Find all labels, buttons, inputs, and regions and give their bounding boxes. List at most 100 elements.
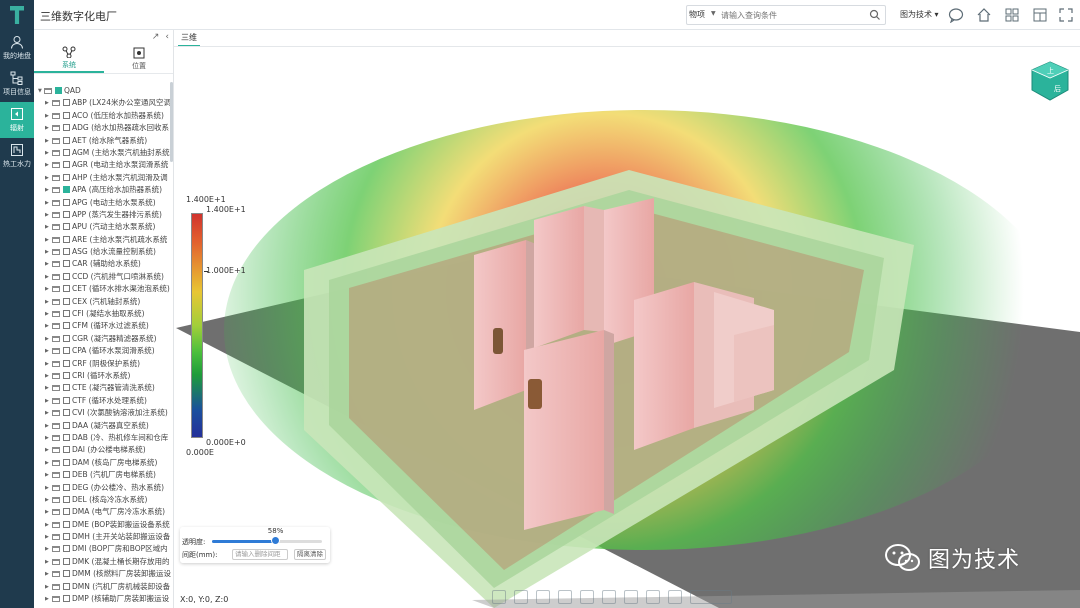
tree-checkbox[interactable]	[63, 471, 70, 479]
tree-checkbox[interactable]	[63, 186, 70, 194]
expand-triangle-icon[interactable]: ▶	[45, 407, 49, 419]
tool-pan-icon[interactable]	[602, 590, 616, 604]
tool-settings-icon[interactable]	[646, 590, 660, 604]
search-category-select[interactable]: 物项	[689, 9, 705, 20]
tree-checkbox[interactable]	[63, 371, 70, 379]
tree-checkbox[interactable]	[63, 409, 70, 417]
tree-checkbox[interactable]	[63, 384, 70, 392]
grid-apps-icon[interactable]	[1004, 7, 1020, 23]
tree-item[interactable]: ▶ DMA (电气厂房冷冻水系统)	[34, 506, 173, 518]
expand-triangle-icon[interactable]: ▶	[45, 271, 49, 283]
tree-item[interactable]: ▶ DAI (办公楼电梯系统)	[34, 444, 173, 456]
expand-triangle-icon[interactable]: ▶	[45, 221, 49, 233]
home-icon[interactable]	[976, 7, 992, 23]
tree-item[interactable]: ▶ DEL (核岛冷冻水系统)	[34, 494, 173, 506]
tool-reset-button[interactable]	[690, 590, 732, 604]
tree-checkbox[interactable]	[63, 111, 70, 119]
search-input[interactable]	[721, 8, 861, 23]
message-icon[interactable]	[948, 7, 964, 23]
tool-rotate-icon[interactable]	[580, 590, 594, 604]
expand-triangle-icon[interactable]: ▶	[45, 494, 49, 506]
tree-item[interactable]: ▶ DEB (汽机厂房电梯系统)	[34, 469, 173, 481]
tree-checkbox[interactable]	[63, 198, 70, 206]
tree-scrollbar[interactable]	[170, 82, 173, 162]
rail-item-my-space[interactable]: 我的地盘	[0, 30, 34, 66]
tree-item[interactable]: ▶ DEG (办公楼冷、热水系统)	[34, 482, 173, 494]
expand-triangle-icon[interactable]: ▶	[45, 333, 49, 345]
tree-item[interactable]: ▶ CFM (循环水过滤系统)	[34, 320, 173, 332]
fullscreen-icon[interactable]	[1058, 7, 1074, 23]
tree-item[interactable]: ▶ DMK (混凝土桶长期存放用的	[34, 556, 173, 568]
tool-measure-icon[interactable]	[492, 590, 506, 604]
tree-checkbox[interactable]	[55, 87, 62, 94]
tree-item[interactable]: ▶ CEX (汽机轴封系统)	[34, 296, 173, 308]
tree-checkbox[interactable]	[63, 582, 70, 590]
tree-item[interactable]: ▶ CGR (凝汽器精滤器系统)	[34, 333, 173, 345]
expand-triangle-icon[interactable]: ▶	[45, 308, 49, 320]
tree-checkbox[interactable]	[63, 310, 70, 318]
tree-item[interactable]: ▶ CTF (循环水处理系统)	[34, 395, 173, 407]
tree-item[interactable]: ▶ CRF (阴极保护系统)	[34, 358, 173, 370]
tree-item[interactable]: ▶ CAR (辅助给水系统)	[34, 258, 173, 270]
tree-checkbox[interactable]	[63, 483, 70, 491]
tree-checkbox[interactable]	[63, 235, 70, 243]
expand-triangle-icon[interactable]: ▶	[45, 568, 49, 580]
tree-item[interactable]: ▶ ACO (低压给水加热器系统)	[34, 110, 173, 122]
tree-checkbox[interactable]	[63, 124, 70, 132]
tree-item[interactable]: ▶ CTE (凝汽器管清洗系统)	[34, 382, 173, 394]
tree-checkbox[interactable]	[63, 421, 70, 429]
expand-triangle-icon[interactable]: ▶	[45, 197, 49, 209]
collapse-panel-icon[interactable]: ‹	[165, 32, 169, 42]
tree-item[interactable]: ▶ DMI (BOP厂房和BOP区域内	[34, 543, 173, 555]
distance-input[interactable]: 请输入删除间距	[232, 549, 288, 560]
tree-checkbox[interactable]	[63, 148, 70, 156]
tab-location[interactable]: 位置	[104, 44, 173, 73]
transparency-slider[interactable]	[212, 540, 322, 543]
expand-triangle-icon[interactable]: ▶	[45, 358, 49, 370]
tree-checkbox[interactable]	[63, 433, 70, 441]
tree-root[interactable]: ▼ QAD	[34, 85, 173, 97]
view-cube-icon[interactable]: 上 后	[1030, 60, 1070, 102]
tree-item[interactable]: ▶ DMP (核辅助厂房装卸搬运设	[34, 593, 173, 605]
tree-checkbox[interactable]	[63, 99, 70, 107]
expand-triangle-icon[interactable]: ▶	[45, 382, 49, 394]
tree-item[interactable]: ▶ AET (给水除气器系统)	[34, 135, 173, 147]
expand-triangle-icon[interactable]: ▶	[45, 122, 49, 134]
expand-triangle-icon[interactable]: ▶	[45, 420, 49, 432]
expand-triangle-icon[interactable]: ▶	[45, 283, 49, 295]
tree-checkbox[interactable]	[63, 260, 70, 268]
tree-checkbox[interactable]	[63, 545, 70, 553]
rail-item-radiation[interactable]: 辐射	[0, 102, 34, 138]
tab-3d[interactable]: 三维	[178, 32, 200, 47]
expand-triangle-icon[interactable]: ▶	[45, 469, 49, 481]
tree-checkbox[interactable]	[63, 173, 70, 181]
expand-triangle-icon[interactable]: ▶	[45, 531, 49, 543]
tree-item[interactable]: ▶ AHP (主给水泵汽机润滑及调	[34, 172, 173, 184]
tree-checkbox[interactable]	[63, 396, 70, 404]
tree-checkbox[interactable]	[63, 520, 70, 528]
expand-triangle-icon[interactable]: ▶	[45, 370, 49, 382]
tree-checkbox[interactable]	[63, 136, 70, 144]
tree-checkbox[interactable]	[63, 446, 70, 454]
expand-triangle-icon[interactable]: ▶	[45, 543, 49, 555]
tree-item[interactable]: ▶ ABP (LX24米办公室通风空调	[34, 97, 173, 109]
expand-triangle-icon[interactable]: ▶	[45, 97, 49, 109]
tree-checkbox[interactable]	[63, 495, 70, 503]
tree-checkbox[interactable]	[63, 248, 70, 256]
isolate-clear-button[interactable]: 隔离清除	[294, 549, 326, 560]
slider-knob[interactable]	[271, 536, 281, 545]
rail-item-thermal-hydraulic[interactable]: 热工水力	[0, 138, 34, 174]
tree-item[interactable]: ▶ CPA (循环水泵润滑系统)	[34, 345, 173, 357]
tree-item[interactable]: ▶ DMM (核燃料厂房装卸搬运设	[34, 568, 173, 580]
tree-item[interactable]: ▶ CFI (凝结水抽取系统)	[34, 308, 173, 320]
tree-item[interactable]: ▶ DMH (主开关站装卸搬运设备	[34, 531, 173, 543]
tree-checkbox[interactable]	[63, 458, 70, 466]
expand-triangle-icon[interactable]: ▶	[45, 234, 49, 246]
tool-locate-icon[interactable]	[558, 590, 572, 604]
tree-checkbox[interactable]	[63, 570, 70, 578]
tree-checkbox[interactable]	[63, 359, 70, 367]
tool-layer-icon[interactable]	[536, 590, 550, 604]
tree-item[interactable]: ▶ APP (蒸汽发生器排污系统)	[34, 209, 173, 221]
expand-triangle-icon[interactable]: ▶	[45, 457, 49, 469]
tree-item[interactable]: ▶ AGR (电动主给水泵润滑系统	[34, 159, 173, 171]
